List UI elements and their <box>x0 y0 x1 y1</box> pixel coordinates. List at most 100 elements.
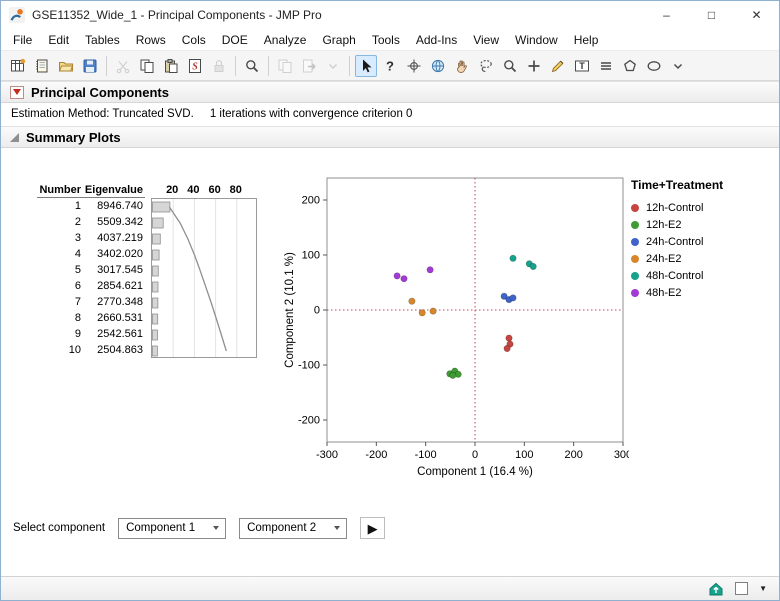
title-bar[interactable]: GSE11352_Wide_1 - Principal Components -… <box>1 1 779 29</box>
open-icon[interactable] <box>55 55 77 77</box>
menu-file[interactable]: File <box>5 33 40 47</box>
crosshairs-tool-icon[interactable] <box>403 55 425 77</box>
legend-entry[interactable]: 24h-Control <box>631 233 763 250</box>
status-menu-caret-icon[interactable]: ▼ <box>759 585 767 593</box>
report-area: Principal Components Estimation Method: … <box>1 81 779 576</box>
scatter-point[interactable] <box>510 295 516 301</box>
disclosure-wedge-icon[interactable] <box>10 133 19 142</box>
legend-entry[interactable]: 48h-E2 <box>631 284 763 301</box>
toolbar: S? T <box>1 51 779 81</box>
save-icon[interactable] <box>79 55 101 77</box>
color-swatch[interactable] <box>735 582 748 595</box>
svg-text:0: 0 <box>314 305 320 317</box>
score-plot-canvas[interactable]: -300-200-10001002003002001000-100-200Com… <box>279 170 629 486</box>
magnifier-tool-icon[interactable] <box>499 55 521 77</box>
eigen-row: 102504.863 <box>37 342 145 358</box>
copy-icon[interactable] <box>136 55 158 77</box>
grabber-tool-icon[interactable] <box>451 55 473 77</box>
eigen-number: 2 <box>37 216 81 228</box>
legend-entry[interactable]: 12h-Control <box>631 199 763 216</box>
annotate-text-icon[interactable]: T <box>571 55 593 77</box>
eigen-value: 2660.531 <box>81 312 145 324</box>
window-controls: – □ ✕ <box>644 1 779 29</box>
search-icon[interactable] <box>241 55 263 77</box>
scatter-point[interactable] <box>394 273 400 279</box>
eigen-axis-tick: 40 <box>187 184 199 196</box>
scatter-point[interactable] <box>530 263 536 269</box>
svg-text:S: S <box>192 61 198 72</box>
annotate-plus-icon[interactable] <box>523 55 545 77</box>
eigen-header-row: Number Eigenvalue 20406080 <box>37 180 257 198</box>
eigen-number: 6 <box>37 280 81 292</box>
scatter-point[interactable] <box>430 308 436 314</box>
svg-text:-100: -100 <box>298 360 320 372</box>
toolbar-separator <box>106 56 107 76</box>
scatter-point[interactable] <box>427 267 433 273</box>
eigen-body: 18946.74025509.34234037.21943402.0205301… <box>37 198 257 358</box>
legend-color-dot <box>631 204 639 212</box>
scatter-point[interactable] <box>450 372 456 378</box>
lasso-tool-icon[interactable] <box>475 55 497 77</box>
scatter-point[interactable] <box>506 335 512 341</box>
menu-view[interactable]: View <box>465 33 507 47</box>
component-2-select[interactable]: Component 2 <box>239 518 347 539</box>
menu-graph[interactable]: Graph <box>314 33 363 47</box>
menu-analyze[interactable]: Analyze <box>256 33 315 47</box>
new-data-table-icon[interactable] <box>7 55 29 77</box>
principal-components-header: Principal Components <box>1 81 779 103</box>
run-script-icon[interactable]: S <box>184 55 206 77</box>
svg-text:-100: -100 <box>415 449 437 461</box>
menu-window[interactable]: Window <box>507 33 566 47</box>
legend-entry[interactable]: 12h-E2 <box>631 216 763 233</box>
component-2-value: Component 2 <box>247 522 316 534</box>
minimize-button[interactable]: – <box>644 1 689 29</box>
toolbar-overflow-icon[interactable] <box>667 55 689 77</box>
scatter-point[interactable] <box>401 276 407 282</box>
eigen-value: 8946.740 <box>81 200 145 212</box>
scatter-point[interactable] <box>409 298 415 304</box>
eigen-number: 3 <box>37 232 81 244</box>
annotate-oval-icon[interactable] <box>643 55 665 77</box>
annotate-polygon-icon[interactable] <box>619 55 641 77</box>
legend-entry[interactable]: 24h-E2 <box>631 250 763 267</box>
menu-rows[interactable]: Rows <box>128 33 174 47</box>
eigen-rows: 18946.74025509.34234037.21943402.0205301… <box>37 198 145 358</box>
apply-components-button[interactable]: ▶ <box>360 517 385 539</box>
home-window-icon[interactable] <box>708 581 724 597</box>
eigen-row: 25509.342 <box>37 214 145 230</box>
scatter-point[interactable] <box>504 345 510 351</box>
scatter-point[interactable] <box>510 255 516 261</box>
paste-icon[interactable] <box>160 55 182 77</box>
component-1-select[interactable]: Component 1 <box>118 518 226 539</box>
legend-color-dot <box>631 238 639 246</box>
menu-tables[interactable]: Tables <box>77 33 128 47</box>
svg-text:100: 100 <box>515 449 533 461</box>
summary-plots-content: Number Eigenvalue 20406080 18946.7402550… <box>1 148 779 491</box>
menu-help[interactable]: Help <box>566 33 607 47</box>
menu-cols[interactable]: Cols <box>174 33 214 47</box>
lock-icon <box>208 55 230 77</box>
legend-title: Time+Treatment <box>631 178 763 192</box>
annotate-pencil-icon[interactable] <box>547 55 569 77</box>
scroller-tool-icon[interactable] <box>427 55 449 77</box>
svg-text:-200: -200 <box>365 449 387 461</box>
red-triangle-icon <box>13 89 21 95</box>
legend-color-dot <box>631 272 639 280</box>
legend-entry[interactable]: 48h-Control <box>631 267 763 284</box>
menu-tools[interactable]: Tools <box>364 33 408 47</box>
maximize-button[interactable]: □ <box>689 1 734 29</box>
legend-entries: 12h-Control12h-E224h-Control24h-E248h-Co… <box>631 199 763 301</box>
menu-doe[interactable]: DOE <box>214 33 256 47</box>
eigen-number: 9 <box>37 328 81 340</box>
export-icon <box>298 55 320 77</box>
arrow-tool-icon[interactable] <box>355 55 377 77</box>
annotate-line-icon[interactable] <box>595 55 617 77</box>
menu-addins[interactable]: Add-Ins <box>408 33 465 47</box>
new-journal-icon[interactable] <box>31 55 53 77</box>
red-triangle-menu-button[interactable] <box>10 86 24 99</box>
help-tool-icon[interactable]: ? <box>379 55 401 77</box>
close-button[interactable]: ✕ <box>734 1 779 29</box>
eigen-value: 2770.348 <box>81 296 145 308</box>
menu-edit[interactable]: Edit <box>40 33 77 47</box>
scatter-point[interactable] <box>419 310 425 316</box>
